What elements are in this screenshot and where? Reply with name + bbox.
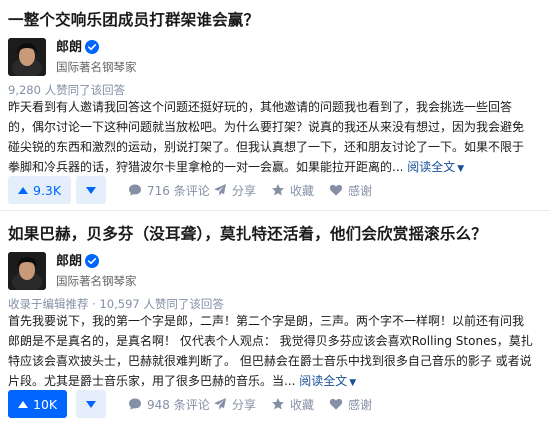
downvote-icon (86, 186, 96, 194)
upvote-icon (18, 400, 28, 408)
read-more-link[interactable]: 阅读全文 ▼ (299, 374, 356, 388)
comment-button[interactable]: 716 条评论 (128, 176, 210, 204)
share-button[interactable]: 分享 (213, 390, 256, 418)
chevron-down-icon: ▼ (349, 378, 357, 388)
share-label: 分享 (232, 183, 257, 198)
author-bio: 国际著名钢琴家 (56, 60, 137, 74)
read-more-link[interactable]: 阅读全文 ▼ (407, 160, 464, 174)
excerpt-line: 碰尖锐的东西和激烈的运动，别说打架了。但我认真想了一下，还和朋友讨论了一下。如果… (8, 140, 525, 154)
read-more-label: 阅读全文 (299, 374, 348, 388)
heart-icon (329, 398, 343, 410)
verified-badge-icon (85, 40, 99, 54)
thanks-label: 感谢 (348, 397, 373, 412)
excerpt-line: 郎朗是不是真名的，是真名啊！ 仅代表个人观点： 我觉得贝多芬应该会喜欢Rolli… (8, 334, 533, 348)
verified-badge-icon (85, 254, 99, 268)
downvote-icon (86, 400, 96, 408)
favorite-button[interactable]: 收藏 (271, 176, 314, 204)
heart-icon (329, 184, 343, 196)
question-title[interactable]: 如果巴赫，贝多芬（没耳聋），莫扎特还活着，他们会欣赏摇滚乐么？ (8, 224, 487, 244)
avatar[interactable] (8, 38, 46, 76)
excerpt-text: 拳脚和冷兵器的话，狩猎波尔卡里拿枪的一对一会赢。如果能拉开距离的... (8, 160, 404, 174)
comment-icon (129, 398, 141, 410)
excerpt-line: 昨天看到有人邀请我回答这个问题还挺好玩的，其他邀请的问题我也看到了，我会挑选一些… (8, 100, 513, 114)
comment-button[interactable]: 948 条评论 (128, 390, 210, 418)
downvote-button[interactable] (76, 390, 106, 418)
comment-icon (129, 184, 141, 196)
comment-count: 716 条评论 (147, 183, 210, 198)
share-icon (214, 398, 226, 410)
answer-excerpt[interactable]: 首先我要说下，我的第一个字是郎，二声！第二个字是朗，三声。两个字不一样啊！以前还… (8, 311, 540, 393)
upvote-icon (18, 186, 28, 194)
favorite-label: 收藏 (290, 183, 315, 198)
action-bar: 10K 948 条评论 分享 收藏 感谢 (8, 390, 548, 418)
divider (0, 210, 550, 211)
favorite-button[interactable]: 收藏 (271, 390, 314, 418)
upvote-button[interactable]: 9.3K (8, 176, 72, 204)
read-more-label: 阅读全文 (407, 160, 456, 174)
thanks-label: 感谢 (348, 183, 373, 198)
share-icon (214, 184, 226, 196)
comment-count: 948 条评论 (147, 397, 210, 412)
author-bio: 国际著名钢琴家 (56, 274, 137, 288)
upvote-button[interactable]: 10K (8, 390, 68, 418)
excerpt-line: 特应该会喜欢披头士，巴赫就很难判断了。 但巴赫会在爵士音乐中找到很多自己音乐的影… (8, 354, 532, 368)
excerpt-line: 首先我要说下，我的第一个字是郎，二声！第二个字是朗，三声。两个字不一样啊！以前还… (8, 314, 525, 328)
upvote-count: 9.3K (33, 182, 62, 198)
vote-count-meta: 收录于编辑推荐 · 10,597 人赞同了该回答 (8, 297, 224, 311)
answer-excerpt[interactable]: 昨天看到有人邀请我回答这个问题还挺好玩的，其他邀请的问题我也看到了，我会挑选一些… (8, 97, 540, 179)
favorite-label: 收藏 (290, 397, 315, 412)
author-name[interactable]: 郎朗 (56, 39, 82, 57)
question-title[interactable]: 一整个交响乐团成员打群架谁会赢？ (8, 10, 259, 30)
thanks-button[interactable]: 感谢 (329, 390, 372, 418)
upvote-count: 10K (33, 396, 58, 412)
star-icon (272, 398, 284, 410)
excerpt-line: 的，偶尔讨论一下这种问题就当放松吧。为什么要打架？说真的我还从来没有想过，因为我… (8, 120, 525, 134)
chevron-down-icon: ▼ (457, 164, 465, 174)
action-bar: 9.3K 716 条评论 分享 收藏 感谢 (8, 176, 548, 204)
thanks-button[interactable]: 感谢 (329, 176, 372, 204)
avatar[interactable] (8, 252, 46, 290)
vote-count-meta: 9,280 人赞同了该回答 (8, 83, 126, 97)
excerpt-text: 片段。尤其是爵士音乐家，用了很多巴赫的音乐。当... (8, 374, 296, 388)
downvote-button[interactable] (76, 176, 106, 204)
share-label: 分享 (232, 397, 257, 412)
share-button[interactable]: 分享 (213, 176, 256, 204)
star-icon (272, 184, 284, 196)
author-name[interactable]: 郎朗 (56, 253, 82, 271)
